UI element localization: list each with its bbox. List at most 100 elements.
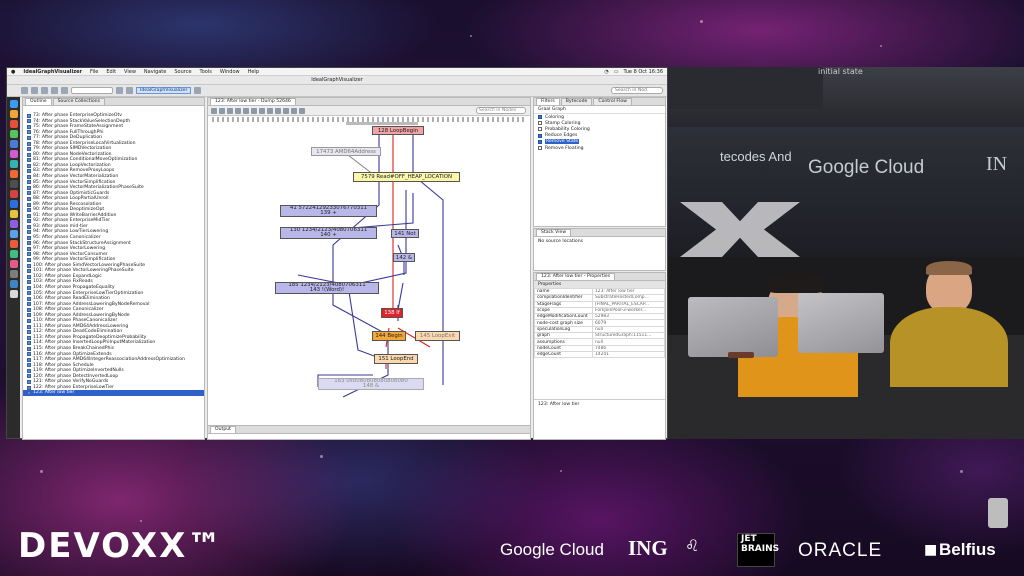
mail-icon[interactable] [9,140,18,148]
zoom-out-icon[interactable] [259,107,265,114]
tab-properties[interactable]: 123: After low tier - Properties [536,273,616,280]
checkbox-icon[interactable] [538,121,542,126]
tab-source-collections[interactable]: Source Collections [52,98,105,105]
properties-description: 123: After low tier [534,399,665,439]
menu-app-name[interactable]: IdealGraphVisualizer [23,69,82,75]
tab-output[interactable]: Output [210,426,236,433]
checkbox-icon[interactable] [538,133,542,138]
checkbox-icon[interactable] [538,115,542,120]
filter-remove-floating[interactable]: Remove Floating [534,145,665,151]
node-151-loopend[interactable]: 151 LoopEnd [374,354,418,364]
next-icon[interactable] [219,107,225,114]
terminal-icon[interactable] [9,180,18,188]
hide-icon[interactable] [299,107,305,114]
menu-window[interactable]: Window [220,69,240,75]
checkbox-icon[interactable] [538,127,542,132]
music-icon[interactable] [9,150,18,158]
apple-icon[interactable]: ● [11,69,15,75]
devoxx-logo: DEVOXX™ [18,526,224,566]
launchpad-icon[interactable] [9,110,18,118]
open-icon[interactable] [21,87,28,94]
filter-label: Probability Coloring [545,126,590,132]
remove-icon[interactable] [41,87,48,94]
redo-icon[interactable] [61,87,68,94]
ideal-graph-button[interactable]: IdealGraphVisualizer [136,87,192,94]
graph-icon [27,307,31,312]
global-search-field[interactable]: Search in Nod [611,87,663,94]
calendar-icon[interactable] [9,120,18,128]
menu-tools[interactable]: Tools [200,69,212,75]
photos-icon[interactable] [9,170,18,178]
tab-outline[interactable]: Outline [25,98,52,105]
menu-navigate[interactable]: Navigate [144,69,166,75]
checkbox-icon[interactable] [538,139,542,144]
toolbar-combo[interactable] [71,87,113,94]
menubar-clock[interactable]: Tue 8 Oct 16:36 [623,69,663,75]
checkbox-icon[interactable] [538,146,542,151]
graph-icon [27,180,31,185]
intellij-icon[interactable] [9,190,18,198]
menu-edit[interactable]: Edit [106,69,116,75]
outline-item[interactable]: 123: After low tier [23,390,204,396]
graph-search-field[interactable]: Search in Nodes [476,107,526,114]
finder-icon[interactable] [9,100,18,108]
menu-file[interactable]: File [90,69,98,75]
filter-profile[interactable]: Graal Graph [534,106,665,114]
slack-icon[interactable] [9,220,18,228]
graph-canvas[interactable]: 128 LoopBegin 17473 AMD64Address 7579 Re… [208,125,530,431]
notes-icon[interactable] [9,210,18,218]
chrome-icon[interactable] [9,240,18,248]
node-142-and[interactable]: 142 & [393,253,415,262]
node-139[interactable]: 41 57224129233076770311 139 + [280,205,377,217]
overview-icon[interactable] [267,107,273,114]
tab-filters[interactable]: Filters [536,98,560,105]
prev-icon[interactable] [211,107,217,114]
trash-icon[interactable] [9,290,18,298]
vscode-icon[interactable] [9,200,18,208]
save-icon[interactable] [31,87,38,94]
node-read[interactable]: 7579 Read#OFF_HEAP_LOCATION [353,172,460,182]
hierarchical-icon[interactable] [235,107,241,114]
node-148[interactable]: 183 0x8080808080808080 148 & [318,378,424,390]
tab-stack-view[interactable]: Stack View [536,229,572,236]
numbers-icon[interactable] [9,250,18,258]
zoom-in-icon[interactable] [251,107,257,114]
node-140[interactable]: 130 1234/2123/4080706311 140 + [280,227,377,239]
zoom-icon[interactable] [9,280,18,288]
presenter-thumbnail [988,498,1008,528]
settings-app-icon[interactable] [9,270,18,278]
menu-view[interactable]: View [124,69,136,75]
property-row[interactable]: compilationIdentifier SubstrateHostedComp… [534,294,665,302]
maps-icon[interactable] [9,160,18,168]
tab-bytecode[interactable]: Bytecode [560,98,593,105]
tab-graph[interactable]: 123: After low tier - Dump 52646 [210,98,296,105]
node-141-not[interactable]: 141 Not [391,229,419,238]
selection-icon[interactable] [275,107,281,114]
panning-icon[interactable] [283,107,289,114]
menu-source[interactable]: Source [174,69,191,75]
settings-icon[interactable] [194,87,202,94]
node-144-begin[interactable]: 144 Begin [372,331,406,341]
node-loop-begin[interactable]: 128 LoopBegin [372,126,424,135]
undo-icon[interactable] [51,87,58,94]
battery-icon[interactable]: ▭ [614,69,619,75]
memory-icon[interactable] [126,87,133,94]
cluster-icon[interactable] [243,107,249,114]
layout-icon[interactable] [227,107,233,114]
gc-icon[interactable] [116,87,123,94]
keynote-icon[interactable] [9,260,18,268]
graph-icon [27,313,31,318]
node-143[interactable]: 185 1234/2123/4080706311 143 !(Word)! [275,282,379,294]
window-title: IdealGraphVisualizer [7,76,667,85]
property-row[interactable]: edgeCount 14241 [534,350,665,359]
wifi-icon[interactable]: ◔ [604,69,608,75]
show-all-icon[interactable] [291,107,297,114]
property-row[interactable]: StageFlags [FINAL_PARTIAL_ESCAP... [534,300,665,308]
messages-icon[interactable] [9,130,18,138]
menu-help[interactable]: Help [248,69,259,75]
node-amd64-address[interactable]: 17473 AMD64Address [311,147,381,156]
safari-icon[interactable] [9,230,18,238]
tab-control-flow[interactable]: Control Flow [593,98,632,105]
node-138-if[interactable]: 138 If [381,308,403,318]
node-145-loopexit[interactable]: 145 LoopExit [415,331,460,341]
